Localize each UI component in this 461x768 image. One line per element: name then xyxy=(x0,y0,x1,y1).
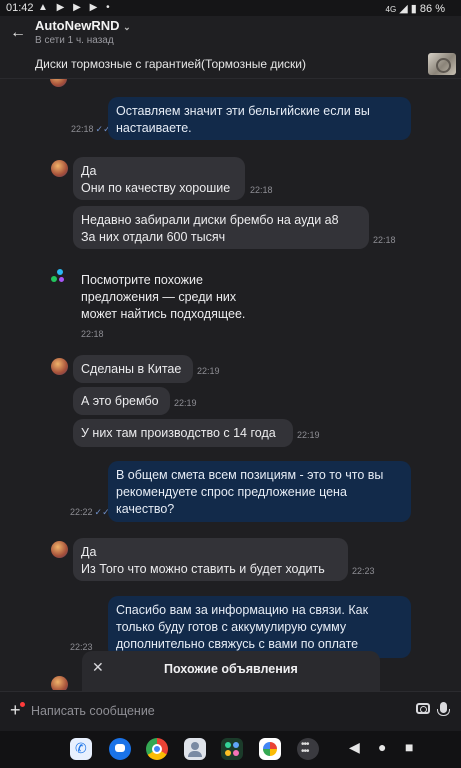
network-icon: 4G xyxy=(385,5,397,14)
similar-listings-sheet[interactable]: ✕ Похожие объявления xyxy=(82,651,380,691)
chat-area[interactable]: 22:18 ✓✓ Оставляем значит эти бельгийские… xyxy=(0,79,461,690)
online-status: В сети 1 ч. назад xyxy=(35,35,114,46)
outgoing-message[interactable]: Спасибо вам за информацию на связи. Как … xyxy=(108,596,411,658)
system-nav-bar: ✆ ••• ••• ◀ ● ■ xyxy=(0,731,461,768)
camera-icon[interactable] xyxy=(416,703,430,714)
photos-app-icon[interactable] xyxy=(259,738,281,760)
phone-app-icon[interactable]: ✆ xyxy=(70,738,92,760)
outgoing-message[interactable]: Оставляем значит эти бельгийские если вы… xyxy=(108,97,411,140)
back-nav-icon[interactable]: ◀ xyxy=(349,739,360,756)
chrome-app-icon[interactable] xyxy=(146,738,168,760)
system-message: Посмотрите похожие предложения — среди н… xyxy=(81,273,246,321)
status-time: 01:42 xyxy=(6,2,34,14)
battery-level: 86 % xyxy=(419,3,445,15)
notification-icons: ▲ ▶ ▶ ▶ • xyxy=(38,2,113,13)
recents-nav-icon[interactable]: ■ xyxy=(405,739,413,755)
sheet-title: Похожие объявления xyxy=(164,662,298,676)
avatar xyxy=(51,676,68,690)
brand-dots-icon xyxy=(51,269,67,285)
product-strip[interactable]: Диски тормозные с гарантией(Тормозные ди… xyxy=(0,52,461,79)
back-arrow-icon[interactable]: ← xyxy=(10,24,26,42)
product-thumbnail[interactable] xyxy=(428,53,456,75)
microphone-icon[interactable] xyxy=(437,702,450,716)
close-icon[interactable]: ✕ xyxy=(92,659,104,676)
messages-app-icon[interactable] xyxy=(109,738,131,760)
incoming-message[interactable]: У них там производство с 14 года xyxy=(73,419,293,447)
outgoing-message[interactable]: В общем смета всем позициям - это то что… xyxy=(108,461,411,522)
contacts-app-icon[interactable] xyxy=(184,738,206,760)
incoming-message[interactable]: Сделаны в Китае xyxy=(73,355,193,383)
avatar xyxy=(50,79,67,87)
chat-title-text: AutoNewRND xyxy=(35,18,120,33)
status-right: 4G ◢ ▮ 86 % xyxy=(386,2,445,15)
message-time: 22:18 xyxy=(250,185,273,195)
chat-title[interactable]: AutoNewRND ⌄ xyxy=(35,18,131,33)
battery-icon: ▮ xyxy=(410,3,417,15)
chat-header: ← AutoNewRND ⌄ В сети 1 ч. назад xyxy=(0,16,461,52)
incoming-message[interactable]: Да Из Того что можно ставить и будет ход… xyxy=(73,538,348,581)
incoming-message[interactable]: А это брембо xyxy=(73,387,170,415)
message-time: 22:19 xyxy=(174,398,197,408)
app-drawer-icon[interactable]: ••• ••• xyxy=(297,738,319,760)
launcher-app-icon[interactable] xyxy=(221,738,243,760)
notification-dot xyxy=(20,702,25,707)
message-time: 22:18 xyxy=(373,235,396,245)
avatar xyxy=(51,541,68,558)
message-time: 22:19 xyxy=(297,430,320,440)
chevron-down-icon: ⌄ xyxy=(123,22,131,32)
status-bar: 01:42 ▲ ▶ ▶ ▶ • 4G ◢ ▮ 86 % xyxy=(0,0,461,16)
signal-icon: ◢ xyxy=(399,3,408,15)
incoming-message[interactable]: Да Они по качеству хорошие xyxy=(73,157,245,200)
home-nav-icon[interactable]: ● xyxy=(378,739,386,755)
product-title: Диски тормозные с гарантией(Тормозные ди… xyxy=(35,57,306,71)
plus-icon[interactable]: + xyxy=(10,700,21,721)
message-composer: + Написать сообщение xyxy=(0,691,461,732)
message-time: 22:18 xyxy=(81,329,104,339)
message-time: 22:22 ✓✓ xyxy=(70,507,110,517)
message-time: 22:19 xyxy=(197,366,220,376)
incoming-message[interactable]: Недавно забирали диски брембо на ауди а8… xyxy=(73,206,369,249)
avatar xyxy=(51,358,68,375)
avatar xyxy=(51,160,68,177)
message-time: 22:18 ✓✓ xyxy=(71,124,111,134)
message-input[interactable]: Написать сообщение xyxy=(31,704,155,718)
message-time: 22:23 xyxy=(352,566,375,576)
